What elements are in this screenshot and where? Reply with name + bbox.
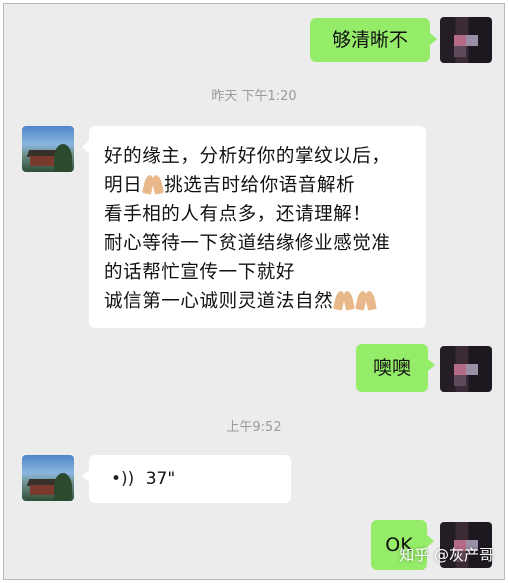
praying-hands-icon <box>355 290 377 310</box>
message-line: 看手相的人有点多，还请理解！ <box>104 204 372 225</box>
contact-avatar[interactable] <box>22 126 74 172</box>
message-line: 好的缘主，分析好你的掌纹以后， <box>104 146 391 167</box>
self-avatar[interactable] <box>440 17 492 63</box>
message-line: 明日 挑选吉时给你语音解析 <box>104 174 356 196</box>
self-avatar[interactable] <box>440 346 492 392</box>
message-text: 噢噢 <box>372 357 411 379</box>
message-line: 的话帮忙宣传一下就好 <box>104 262 296 283</box>
timestamp: 昨天 下午1:20 <box>211 89 297 104</box>
praying-hands-icon <box>333 290 355 310</box>
contact-avatar[interactable] <box>22 455 74 501</box>
timestamp: 上午9:52 <box>226 420 282 435</box>
voice-waves-icon: •)) <box>111 469 135 489</box>
message-text: 够清晰不 <box>331 29 408 51</box>
received-message-bubble[interactable]: 好的缘主，分析好你的掌纹以后， 明日 挑选吉时给你语音解析 看手相的人有点多，还请… <box>82 126 426 328</box>
message-line: 诚信第一心诚则灵道法自然 <box>104 287 426 316</box>
sent-message-bubble[interactable]: 够清晰不 <box>310 18 437 62</box>
watermark: 知乎 @灰产哥 <box>399 546 494 564</box>
praying-hands-icon <box>142 174 164 194</box>
voice-duration: 37" <box>145 469 176 489</box>
message-line: 耐心等待一下贫道结缘修业感觉准 <box>104 233 391 254</box>
sent-message-bubble[interactable]: 噢噢 <box>356 344 435 392</box>
chat-window: 够清晰不 昨天 下午1:20 好的缘主，分析好你的掌纹以后， 明日 挑选吉时给你语… <box>3 3 505 580</box>
voice-message-bubble[interactable]: •)) 37" <box>82 455 291 503</box>
